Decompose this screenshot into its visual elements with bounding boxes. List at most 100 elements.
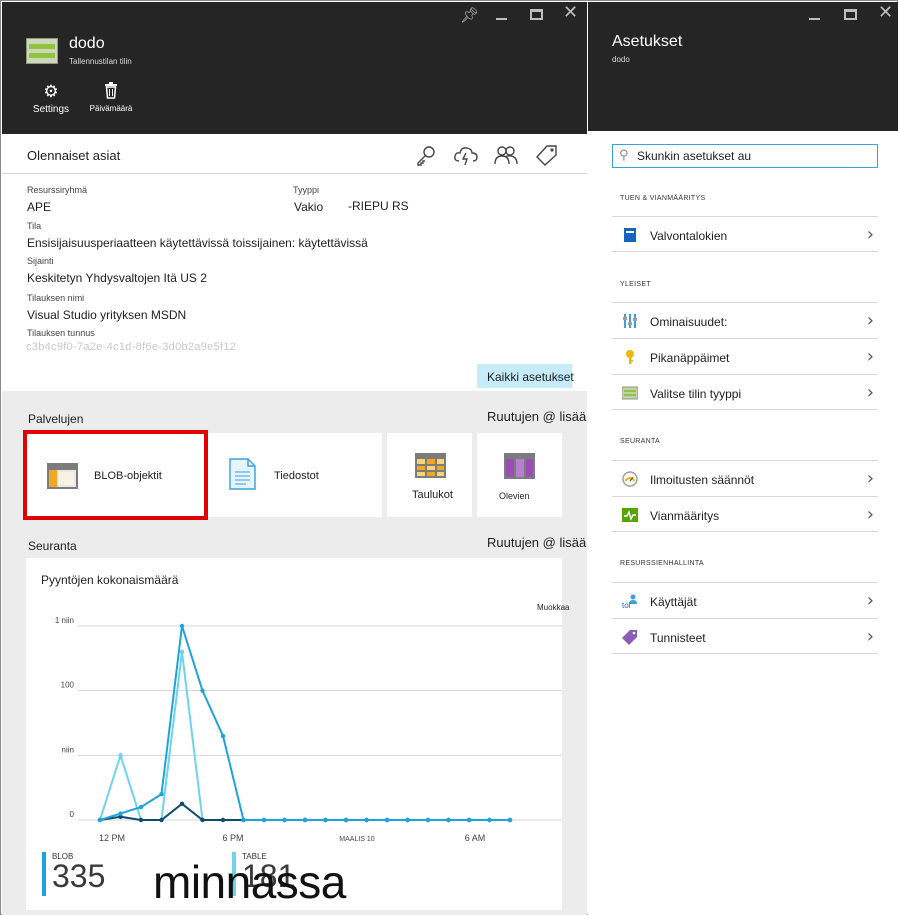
chart-data-point	[138, 817, 144, 823]
files-service-label: Tiedostot	[274, 470, 319, 482]
settings-blade-title: Asetukset	[612, 33, 683, 50]
chart-data-point	[405, 817, 410, 823]
blade-subtitle: Tallennustilan tilin	[69, 57, 132, 66]
settings-item-properties[interactable]: Ominaisuudet: ›	[612, 302, 878, 338]
chart-data-point	[159, 791, 164, 797]
diagnostics-icon	[622, 508, 638, 522]
essentials-panel: Olennaiset asiat Resurssiryhmä APE Tyypp…	[2, 134, 587, 391]
requests-chart-tile[interactable]: 1 niin 100 niin 0 12 PM 6 PM MAALIS 10 6 AM Pyy…	[26, 558, 569, 910]
chevron-right-icon: ›	[866, 310, 874, 331]
users-icon[interactable]	[493, 144, 519, 168]
chart-data-point	[261, 817, 267, 823]
settings-search-input[interactable]	[637, 148, 873, 164]
tag-icon[interactable]	[533, 144, 559, 168]
close-button[interactable]: ✕	[563, 4, 578, 22]
resource-group-label: Resurssiryhmä	[27, 185, 88, 195]
settings-item-tags[interactable]: Tunnisteet ›	[612, 618, 878, 654]
chart-data-point	[179, 649, 185, 655]
chart-x-tick-label: 6 AM	[465, 833, 486, 843]
search-icon: ⚲	[619, 148, 629, 163]
chart-data-point	[446, 817, 451, 823]
blade-header: 📌︎ ✕ dodo Tallennustilan tilin ⚙ Setting…	[2, 2, 587, 134]
overlay-text: minnassa	[153, 856, 346, 908]
chart-data-point	[138, 804, 144, 810]
table-icon	[415, 453, 446, 478]
chart-data-point	[118, 811, 123, 816]
maximize-button[interactable]	[530, 8, 543, 24]
chevron-right-icon: ›	[866, 626, 874, 647]
settings-item-audit-logs[interactable]: Valvontalokien ›	[612, 216, 878, 252]
portal-window: 📌︎ ✕ dodo Tallennustilan tilin ⚙ Setting…	[0, 0, 898, 915]
minimize-button[interactable]	[496, 8, 507, 24]
status-value: Ensisijaisuusperiaatteen käytettävissä t…	[27, 236, 368, 250]
section-label-resource-management: RESURSSIENHALLINTA	[620, 560, 704, 567]
settings-item-users[interactable]: toi Käyttäjät ›	[612, 582, 878, 618]
settings-item-account-type[interactable]: Valitse tilin tyyppi ›	[612, 374, 878, 410]
settings-item-label: Pikanäppäimet	[650, 351, 730, 365]
chart-y-tick-label: 0	[70, 810, 75, 819]
chart-data-point	[507, 817, 513, 823]
all-settings-button[interactable]: Kaikki asetukset →	[477, 364, 574, 388]
section-label-monitoring: SEURANTA	[620, 438, 660, 445]
account-type-icon	[622, 386, 638, 400]
settings-item-diagnostics[interactable]: Vianmääritys ›	[612, 496, 878, 532]
chevron-right-icon: ›	[866, 504, 874, 525]
chart-data-point	[425, 817, 431, 823]
maximize-button[interactable]	[844, 8, 857, 24]
settings-command-button[interactable]: ⚙ Settings	[21, 82, 81, 115]
chevron-right-icon: ›	[866, 382, 874, 403]
properties-icon	[623, 314, 637, 328]
chart-data-point	[220, 817, 226, 823]
key-icon	[626, 350, 634, 364]
chart-data-point	[302, 817, 308, 823]
queues-service-label: Olevien	[499, 491, 530, 501]
add-tiles-link-services[interactable]: Ruutujen @ lisääminen	[487, 409, 587, 424]
subscription-name-value[interactable]: Visual Studio yrityksen MSDN	[27, 308, 186, 322]
chart-data-point	[200, 817, 205, 823]
settings-item-label: Ominaisuudet:	[650, 315, 728, 329]
queues-service-tile[interactable]: Olevien	[477, 433, 562, 517]
pin-icon[interactable]: 📌︎	[460, 8, 479, 24]
chart-x-tick-label: MAALIS 10	[339, 836, 375, 843]
essentials-title: Olennaiset asiat	[27, 148, 121, 163]
file-icon	[229, 458, 256, 490]
close-button[interactable]: ✕	[878, 4, 893, 22]
delete-command-button[interactable]: Päivämäärä	[81, 82, 141, 113]
blob-tile-highlight	[23, 430, 208, 520]
key-icon[interactable]	[413, 144, 439, 168]
tag-icon	[622, 630, 637, 645]
chart-data-point	[241, 817, 246, 823]
files-service-tile[interactable]: Tiedostot	[208, 433, 382, 517]
chart-y-tick-label: niin	[62, 745, 74, 754]
queue-icon	[504, 453, 535, 479]
settings-command-label: Settings	[32, 104, 70, 115]
chart-data-point	[487, 817, 492, 823]
tables-service-tile[interactable]: Taulukot	[387, 433, 472, 517]
chart-data-point	[282, 817, 287, 823]
chart-edit-link[interactable]: Muokkaa	[537, 603, 569, 612]
subscription-id-label: Tilauksen tunnus	[27, 328, 95, 338]
settings-search-box[interactable]: ⚲	[612, 144, 878, 168]
chevron-right-icon: ›	[866, 590, 874, 611]
subscription-name-label: Tilauksen nimi	[27, 293, 85, 303]
chart-data-point	[323, 817, 328, 823]
settings-item-access-keys[interactable]: Pikanäppäimet ›	[612, 338, 878, 374]
audit-log-icon	[624, 228, 636, 242]
chevron-right-icon: ›	[866, 468, 874, 489]
chart-data-point	[200, 688, 205, 693]
minimize-button[interactable]	[809, 8, 820, 24]
tables-service-label: Taulukot	[412, 489, 453, 501]
settings-item-label: Käyttäjät	[650, 595, 697, 609]
chart-series-line	[99, 625, 510, 821]
monitoring-section-label: Seuranta	[28, 539, 77, 553]
services-section-label: Palvelujen	[28, 412, 84, 426]
cloud-lightning-icon[interactable]	[453, 144, 479, 168]
chart-data-point	[466, 817, 472, 823]
chart-data-point	[179, 801, 185, 807]
settings-item-alert-rules[interactable]: Ilmoitusten säännöt ›	[612, 460, 878, 496]
add-tiles-link-monitoring[interactable]: Ruutujen @ lisääminen	[487, 535, 587, 550]
storage-account-icon	[26, 38, 58, 64]
type-value-extra: -RIEPU RS	[348, 199, 409, 213]
resource-group-value[interactable]: APE	[27, 200, 51, 214]
arrow-right-icon: →	[553, 368, 566, 383]
